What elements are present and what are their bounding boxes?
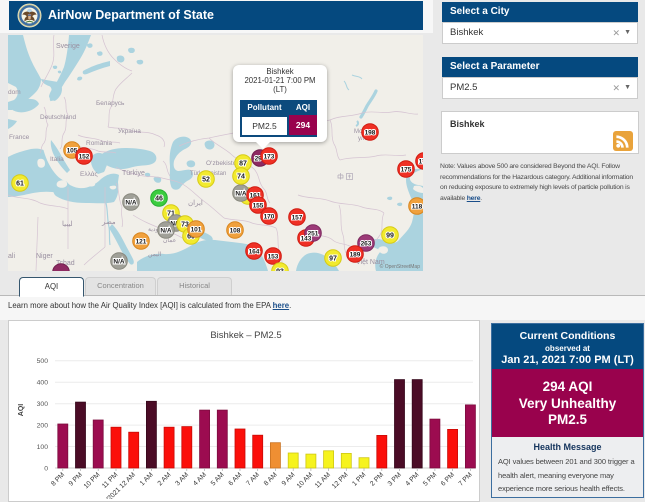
svg-text:2 PM: 2 PM bbox=[369, 471, 385, 487]
svg-text:8 PM: 8 PM bbox=[50, 471, 66, 487]
svg-text:1 PM: 1 PM bbox=[351, 471, 367, 487]
svg-text:2 AM: 2 AM bbox=[157, 471, 173, 487]
svg-text:مصر: مصر bbox=[101, 219, 116, 226]
svg-text:170: 170 bbox=[264, 213, 275, 220]
svg-text:Niger: Niger bbox=[36, 253, 53, 260]
svg-text:ali: ali bbox=[8, 253, 15, 260]
svg-text:108: 108 bbox=[230, 227, 241, 234]
svg-text:11 AM: 11 AM bbox=[314, 471, 332, 489]
svg-text:99: 99 bbox=[386, 232, 394, 239]
svg-text:93: 93 bbox=[276, 268, 284, 271]
svg-text:3 PM: 3 PM bbox=[387, 471, 403, 487]
svg-text:500: 500 bbox=[37, 358, 49, 365]
svg-text:4 PM: 4 PM bbox=[404, 471, 420, 487]
svg-text:118: 118 bbox=[412, 203, 423, 210]
svg-text:200: 200 bbox=[37, 422, 49, 429]
svg-text:0: 0 bbox=[44, 465, 48, 472]
svg-text:164: 164 bbox=[249, 248, 260, 255]
svg-text:Беларусь: Беларусь bbox=[96, 100, 125, 107]
svg-text:173: 173 bbox=[264, 153, 275, 160]
svg-text:اليمن: اليمن bbox=[148, 251, 162, 258]
svg-text:N/A: N/A bbox=[235, 190, 247, 197]
svg-text:153: 153 bbox=[268, 253, 279, 260]
svg-text:ليبيا: ليبيا bbox=[62, 220, 73, 228]
svg-text:7 PM: 7 PM bbox=[458, 471, 474, 487]
svg-text:Sverige: Sverige bbox=[56, 43, 80, 50]
svg-text:Ελλάς: Ελλάς bbox=[80, 170, 98, 178]
svg-text:© OpenStreetMap: © OpenStreetMap bbox=[380, 263, 421, 270]
svg-text:143: 143 bbox=[301, 235, 312, 242]
svg-text:100: 100 bbox=[37, 444, 49, 451]
svg-text:7 AM: 7 AM bbox=[245, 471, 261, 487]
svg-text:4 AM: 4 AM bbox=[192, 471, 208, 487]
svg-text:12 PM: 12 PM bbox=[331, 471, 350, 490]
svg-text:N/A: N/A bbox=[113, 258, 125, 265]
svg-text:5 PM: 5 PM bbox=[422, 471, 438, 487]
svg-text:România: România bbox=[86, 140, 112, 147]
svg-text:198: 198 bbox=[365, 129, 376, 136]
svg-text:61: 61 bbox=[16, 180, 24, 187]
svg-text:175: 175 bbox=[401, 166, 412, 173]
svg-text:157: 157 bbox=[292, 214, 303, 221]
svg-text:152: 152 bbox=[79, 153, 90, 160]
svg-text:10 PM: 10 PM bbox=[83, 471, 102, 490]
svg-text:46: 46 bbox=[155, 195, 163, 202]
svg-text:Bishkek – PM2.5: Bishkek – PM2.5 bbox=[210, 330, 281, 341]
svg-text:101: 101 bbox=[191, 226, 202, 233]
svg-text:ایران: ایران bbox=[188, 199, 203, 207]
svg-text:Україна: Україна bbox=[118, 128, 141, 135]
svg-text:6 PM: 6 PM bbox=[440, 471, 456, 487]
svg-text:Italia: Italia bbox=[50, 156, 64, 163]
svg-text:52: 52 bbox=[202, 176, 210, 183]
svg-text:dom: dom bbox=[8, 89, 21, 96]
svg-text:6 AM: 6 AM bbox=[228, 471, 244, 487]
svg-text:155: 155 bbox=[253, 202, 264, 209]
svg-text:173: 173 bbox=[419, 158, 423, 165]
svg-text:8 AM: 8 AM bbox=[263, 471, 279, 487]
svg-text:263: 263 bbox=[361, 240, 372, 247]
svg-text:121: 121 bbox=[136, 238, 147, 245]
svg-text:Deutschland: Deutschland bbox=[40, 114, 77, 121]
svg-text:5 AM: 5 AM bbox=[210, 471, 226, 487]
svg-text:3 AM: 3 AM bbox=[174, 471, 190, 487]
svg-text:9 AM: 9 AM bbox=[281, 471, 297, 487]
svg-text:N/A: N/A bbox=[160, 227, 172, 234]
svg-text:74: 74 bbox=[237, 173, 245, 180]
svg-text:189: 189 bbox=[350, 251, 361, 258]
svg-text:87: 87 bbox=[239, 160, 247, 167]
svg-text:400: 400 bbox=[37, 380, 49, 387]
svg-text:97: 97 bbox=[329, 255, 337, 262]
svg-text:300: 300 bbox=[37, 401, 49, 408]
svg-text:AQI: AQI bbox=[18, 404, 25, 417]
svg-text:Türkiye: Türkiye bbox=[122, 170, 145, 177]
svg-text:N/A: N/A bbox=[125, 199, 137, 206]
svg-text:1 AM: 1 AM bbox=[139, 471, 155, 487]
svg-text:10 AM: 10 AM bbox=[296, 471, 315, 490]
svg-text:France: France bbox=[9, 134, 30, 141]
